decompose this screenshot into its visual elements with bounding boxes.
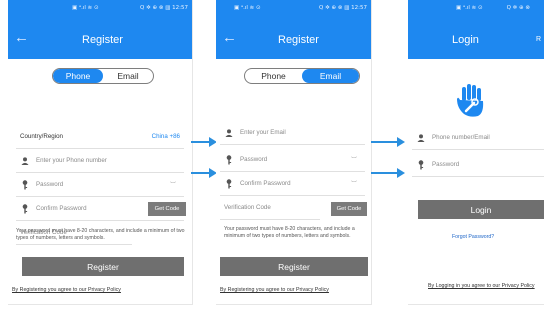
tab-phone[interactable]: Phone (245, 69, 302, 83)
password-hint: Your password must have 8-20 characters,… (16, 228, 185, 241)
confirm-password-field[interactable]: Confirm Password ︶ (220, 172, 365, 196)
register-phone-screen: ▣ ᵃ.ıl ≋ ⊙ Q ✲ ⊕ ⊗ ▥ 12:57 ← Register Ph… (8, 0, 193, 305)
status-bar: ▣ ᵃ.ıl ≋ ⊙ Q ✲ ⊕ ⊗ ▥ 12:57 (216, 4, 371, 14)
key-icon (224, 154, 234, 165)
status-icons: ▣ ᵃ.ıl ≋ ⊙ (456, 5, 483, 11)
verification-placeholder: Verification Code (224, 204, 271, 211)
confirm-placeholder: Confirm Password (36, 205, 87, 212)
country-label: Country/Region (20, 133, 63, 140)
privacy-policy-link[interactable]: By Registering you agree to our Privacy … (220, 287, 329, 293)
tab-phone[interactable]: Phone (53, 69, 103, 83)
key-icon (224, 178, 234, 189)
flow-arrow-icon (371, 168, 405, 178)
get-code-button[interactable]: Get Code (331, 202, 367, 216)
hand-wrench-logo-icon (457, 84, 484, 117)
status-time: Q ✲ ⊕ ⊗ (506, 5, 530, 11)
privacy-policy-link[interactable]: By Logging in you agree to our Privacy P… (428, 283, 535, 289)
register-button[interactable]: Register (220, 257, 368, 276)
tab-email[interactable]: Email (103, 69, 153, 83)
forgot-password-link[interactable]: Forgot Password? (452, 234, 494, 240)
password-field[interactable]: Password ︶ (16, 173, 184, 197)
privacy-policy-link[interactable]: By Registering you agree to our Privacy … (12, 287, 121, 293)
tab-email[interactable]: Email (302, 69, 359, 83)
app-header: ▣ ᵃ.ıl ≋ ⊙ Q ✲ ⊕ ⊗ ▥ 12:57 ← Register (8, 0, 192, 59)
page-title: Register (278, 34, 319, 46)
password-field[interactable]: Password (412, 153, 544, 177)
user-icon (416, 133, 426, 142)
confirm-placeholder: Confirm Password (240, 180, 291, 187)
back-arrow-icon[interactable]: ← (14, 30, 29, 45)
key-icon (416, 159, 426, 170)
phone-field[interactable]: Enter your Phone number (16, 149, 184, 173)
show-password-icon[interactable]: ︶ (351, 155, 357, 164)
show-password-icon[interactable]: ︶ (170, 180, 176, 189)
password-placeholder: Password (36, 181, 64, 188)
status-time: Q ✲ ⊕ ⊗ ▥ 12:57 (319, 5, 367, 11)
page-title: Register (82, 34, 123, 46)
email-placeholder: Enter your Email (240, 129, 286, 136)
back-arrow-icon[interactable]: ← (222, 30, 237, 45)
method-toggle: Phone Email (52, 68, 154, 84)
flow-arrow-icon (191, 137, 217, 147)
user-icon (20, 156, 30, 165)
status-icons: ▣ ᵃ.ıl ≋ ⊙ (234, 5, 261, 11)
flow-arrow-icon (191, 168, 217, 178)
account-field[interactable]: Phone number/Email (412, 126, 544, 150)
app-header: ▣ ᵃ.ıl ≋ ⊙ Q ✲ ⊕ ⊗ Login R (408, 0, 544, 59)
status-bar: ▣ ᵃ.ıl ≋ ⊙ Q ✲ ⊕ ⊗ ▥ 12:57 (8, 4, 192, 14)
app-header: ▣ ᵃ.ıl ≋ ⊙ Q ✲ ⊕ ⊗ ▥ 12:57 ← Register (216, 0, 371, 59)
register-link[interactable]: R (536, 36, 541, 43)
password-field[interactable]: Password ︶ (220, 148, 365, 172)
password-placeholder: Password (240, 156, 268, 163)
status-icons: ▣ ᵃ.ıl ≋ ⊙ (72, 5, 99, 11)
status-time: Q ✲ ⊕ ⊗ ▥ 12:57 (140, 5, 188, 11)
register-button[interactable]: Register (22, 257, 184, 276)
email-field[interactable]: Enter your Email (220, 121, 365, 145)
login-button[interactable]: Login (418, 200, 544, 219)
user-icon (224, 128, 234, 137)
verification-code-field[interactable]: Verification Code (220, 196, 320, 220)
country-region-row[interactable]: Country/Region China +86 (16, 125, 184, 149)
account-placeholder: Phone number/Email (432, 134, 490, 141)
key-icon (20, 179, 30, 190)
phone-placeholder: Enter your Phone number (36, 157, 107, 164)
country-value: China +86 (151, 133, 180, 140)
method-toggle: Phone Email (244, 68, 360, 84)
status-bar: ▣ ᵃ.ıl ≋ ⊙ Q ✲ ⊕ ⊗ (408, 4, 544, 14)
flow-arrow-icon (371, 137, 405, 147)
password-hint: Your password must have 8-20 characters,… (224, 226, 355, 239)
get-code-button[interactable]: Get Code (148, 202, 186, 216)
login-screen: ▣ ᵃ.ıl ≋ ⊙ Q ✲ ⊕ ⊗ Login R Phone number/… (408, 0, 544, 305)
register-email-screen: ▣ ᵃ.ıl ≋ ⊙ Q ✲ ⊕ ⊗ ▥ 12:57 ← Register Ph… (216, 0, 372, 305)
key-icon (20, 203, 30, 214)
password-placeholder: Password (432, 161, 460, 168)
page-title: Login (452, 34, 479, 46)
show-password-icon[interactable]: ︶ (351, 179, 357, 188)
